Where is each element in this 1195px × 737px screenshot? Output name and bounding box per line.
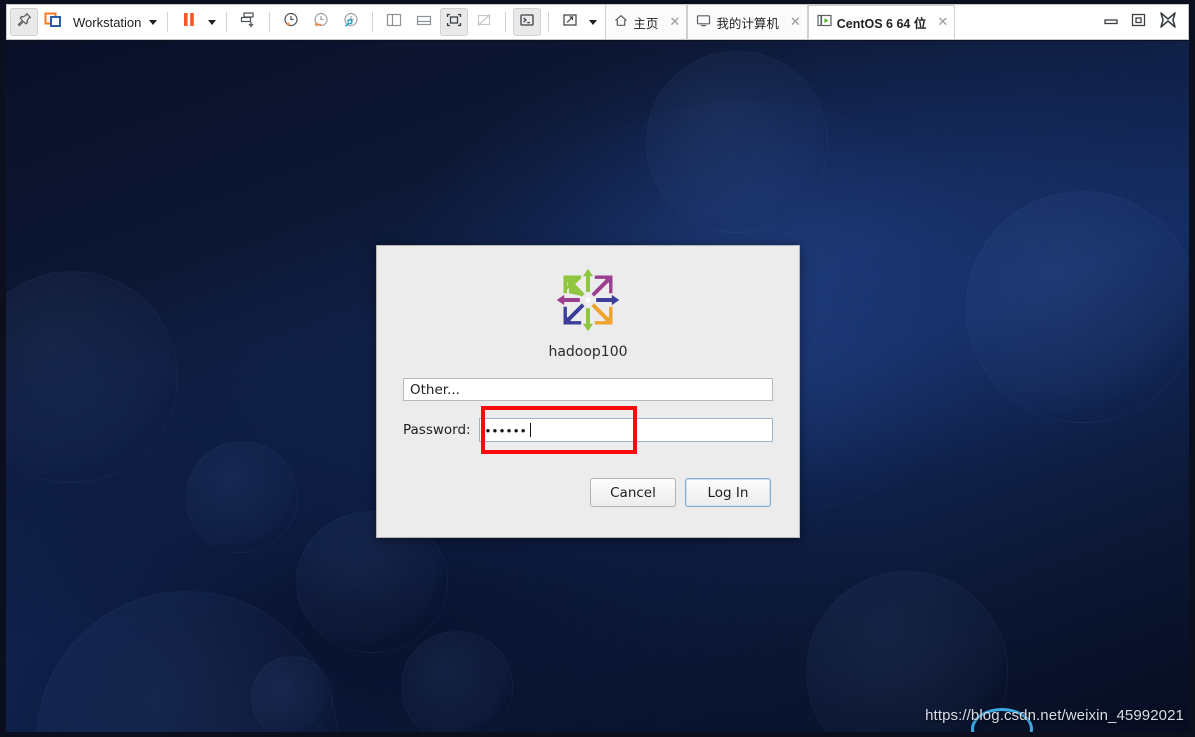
- tab-centos6[interactable]: CentOS 6 64 位 ✕: [807, 5, 956, 39]
- toolbar-divider: [269, 12, 271, 32]
- revert-snapshot-button[interactable]: [307, 8, 335, 36]
- tab-my-computer-close-icon[interactable]: ✕: [790, 14, 801, 30]
- console-icon: [518, 12, 536, 33]
- snapshot-manager-icon: [341, 11, 361, 34]
- restore-button[interactable]: [1130, 12, 1148, 33]
- workstation-menu-label[interactable]: Workstation: [69, 15, 145, 30]
- workstation-logo-icon: [44, 11, 64, 34]
- password-label: Password:: [403, 422, 471, 438]
- password-input[interactable]: ••••••: [478, 418, 773, 442]
- pin-sidebar-button[interactable]: [10, 8, 38, 36]
- vmware-workstation-window: Workstation 主页 ✕ 我的计算机 ✕ CentOS 6 64 位 ✕…: [0, 0, 1195, 737]
- window-controls: [1102, 11, 1186, 34]
- show-sidebar-icon: [385, 12, 403, 33]
- pin-icon: [16, 12, 32, 33]
- stretch-icon: [561, 12, 579, 33]
- minimize-button[interactable]: [1102, 13, 1120, 32]
- suspend-button[interactable]: [175, 8, 203, 36]
- snapshot-button[interactable]: [234, 8, 262, 36]
- toolbar-divider: [167, 12, 169, 32]
- vm-running-icon: [817, 14, 832, 31]
- fullscreen-icon: [445, 12, 463, 33]
- take-snapshot-button[interactable]: [277, 8, 305, 36]
- text-cursor: [529, 423, 531, 437]
- background-bubble: [401, 631, 513, 732]
- vmware-toolbar: Workstation 主页 ✕ 我的计算机 ✕ CentOS 6 64 位 ✕: [6, 4, 1189, 40]
- toolbar-divider: [226, 12, 228, 32]
- workstation-menu-button[interactable]: [40, 8, 68, 36]
- pause-icon: [181, 11, 197, 34]
- background-bubble: [966, 191, 1189, 423]
- close-button[interactable]: [1158, 11, 1178, 34]
- gdm-login-dialog: hadoop100 Other... Password: •••••• Canc…: [376, 245, 800, 538]
- user-select-value: Other...: [410, 381, 460, 398]
- csdn-watermark: https://blog.csdn.net/weixin_45992021: [925, 707, 1184, 724]
- user-select-field[interactable]: Other...: [403, 378, 773, 401]
- centos-logo-wrap: [377, 266, 799, 334]
- home-icon: [614, 14, 628, 30]
- fullscreen-button[interactable]: [440, 8, 469, 36]
- toolbar-divider: [372, 12, 374, 32]
- workstation-menu-caret-icon[interactable]: [149, 19, 158, 25]
- take-snapshot-icon: [281, 11, 301, 34]
- show-library-button[interactable]: [380, 8, 408, 36]
- tab-my-computer-label: 我的计算机: [716, 16, 779, 31]
- show-thumbnail-bar-button[interactable]: [410, 8, 438, 36]
- vm-tab-bar: 主页 ✕ 我的计算机 ✕ CentOS 6 64 位 ✕: [605, 5, 956, 39]
- log-in-button[interactable]: Log In: [685, 478, 771, 507]
- centos-logo-icon: [554, 266, 622, 334]
- stretch-dropdown-icon[interactable]: [589, 19, 598, 25]
- tab-my-computer[interactable]: 我的计算机 ✕: [687, 5, 808, 39]
- stretch-guest-button[interactable]: [556, 8, 584, 36]
- unity-mode-button[interactable]: [470, 8, 498, 36]
- tab-centos6-label: CentOS 6 64 位: [836, 16, 927, 31]
- vm-guest-screen[interactable]: hadoop100 Other... Password: •••••• Canc…: [6, 41, 1189, 732]
- background-bubble: [646, 51, 828, 233]
- show-thumbnails-icon: [415, 12, 433, 33]
- cancel-button[interactable]: Cancel: [590, 478, 676, 507]
- tab-home-label: 主页: [633, 16, 659, 31]
- snapshot-icon: [238, 11, 258, 34]
- tab-home[interactable]: 主页 ✕: [605, 5, 688, 39]
- background-bubble: [6, 271, 178, 483]
- background-bubble: [251, 656, 333, 732]
- revert-snapshot-icon: [311, 11, 331, 34]
- toolbar-divider: [548, 12, 550, 32]
- toolbar-divider: [505, 12, 507, 32]
- background-bubble: [186, 441, 298, 553]
- tab-centos6-close-icon[interactable]: ✕: [937, 14, 948, 30]
- tab-home-close-icon[interactable]: ✕: [669, 14, 680, 30]
- dialog-button-row: Cancel Log In: [377, 478, 771, 507]
- console-view-button[interactable]: [513, 8, 542, 36]
- monitor-icon: [696, 14, 711, 30]
- unity-icon: [475, 12, 493, 33]
- password-masked-value: ••••••: [485, 422, 528, 438]
- hostname-label: hadoop100: [548, 344, 628, 360]
- password-row: Password: ••••••: [403, 406, 773, 454]
- snapshot-manager-button[interactable]: [337, 8, 365, 36]
- power-dropdown-icon[interactable]: [208, 19, 217, 25]
